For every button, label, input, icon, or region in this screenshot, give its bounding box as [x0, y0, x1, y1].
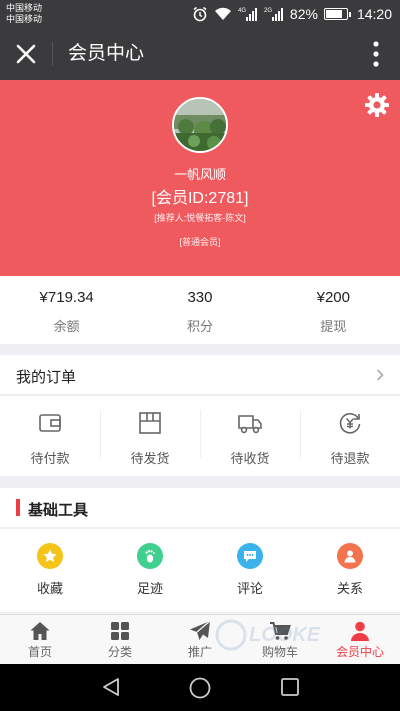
- order-label: 待退款: [330, 451, 370, 466]
- stat-value: ¥719.34: [39, 289, 94, 306]
- stat-value: 330: [187, 289, 213, 306]
- network-2-label: 2G: [264, 8, 272, 14]
- chevron-right-icon: [376, 369, 384, 381]
- grid-icon: [111, 622, 129, 640]
- tab-label: 会员中心: [335, 645, 384, 659]
- tab-cart[interactable]: 购物车: [240, 615, 320, 664]
- nav-divider: [52, 42, 53, 66]
- tool-label: 关系: [336, 581, 363, 596]
- refund-icon: [339, 413, 361, 434]
- tool-relations[interactable]: 关系: [300, 529, 400, 612]
- star-icon: [37, 543, 63, 569]
- referrer: [推荐人:悦餐拓客-陈文]: [154, 213, 246, 223]
- tab-label: 推广: [187, 645, 212, 659]
- carrier-2: 中国移动: [6, 14, 43, 24]
- truck-icon: [238, 415, 262, 434]
- stat-balance[interactable]: ¥719.34 余额: [0, 276, 133, 344]
- order-label: 待收货: [230, 451, 270, 466]
- stats-row: ¥719.34 余额 330 积分 ¥200 提现: [0, 276, 400, 344]
- battery-icon: [323, 8, 351, 20]
- home-circle-icon[interactable]: [188, 676, 212, 700]
- bottom-tab-bar: 首页 分类 推广 购物车 会员中心: [0, 614, 400, 664]
- carrier-1: 中国移动: [6, 3, 43, 13]
- recent-apps-icon[interactable]: [280, 677, 300, 697]
- avatar[interactable]: [172, 97, 228, 153]
- tool-label: 评论: [236, 581, 263, 596]
- tab-label: 购物车: [261, 645, 298, 659]
- tool-label: 收藏: [36, 581, 63, 596]
- member-id: [会员ID:2781]: [151, 190, 249, 207]
- signal-2-icon: 2G: [264, 8, 283, 21]
- tab-home[interactable]: 首页: [0, 615, 80, 664]
- user-icon: [351, 621, 369, 641]
- status-icons: 4G 2G 82% 14:20: [192, 5, 392, 23]
- alarm-icon: [193, 6, 207, 22]
- member-level: [普通会员]: [179, 237, 221, 247]
- order-pending-shipment[interactable]: 待发货: [100, 396, 200, 476]
- my-orders-header[interactable]: 我的订单: [0, 355, 400, 395]
- status-bar: 中国移动 中国移动 4G 2G 82% 14:20: [0, 0, 400, 28]
- network-1-label: 4G: [238, 8, 246, 14]
- clock: 14:20: [356, 6, 392, 22]
- nav-bar: 会员中心: [0, 28, 400, 80]
- comment-icon: [237, 543, 263, 569]
- paper-plane-icon: [190, 620, 211, 640]
- tool-comments[interactable]: 评论: [200, 529, 300, 612]
- stat-label: 提现: [320, 319, 347, 334]
- tab-label: 首页: [27, 645, 52, 659]
- tab-categories[interactable]: 分类: [80, 615, 160, 664]
- avatar-image: [174, 99, 226, 151]
- tab-label: 分类: [107, 645, 132, 659]
- more-vertical-icon[interactable]: [372, 41, 380, 67]
- order-label: 待发货: [130, 451, 170, 466]
- order-pending-refund[interactable]: 待退款: [300, 396, 400, 476]
- section-accent-bar: [16, 499, 20, 516]
- order-status-row: 待付款 待发货 待收货 待退款: [0, 396, 400, 476]
- home-icon: [30, 622, 50, 640]
- stat-label: 余额: [53, 319, 80, 334]
- stat-points[interactable]: 330 积分: [133, 276, 266, 344]
- battery-level: [325, 10, 343, 18]
- stat-withdraw[interactable]: ¥200 提现: [267, 276, 400, 344]
- wifi-icon: [214, 7, 231, 21]
- system-nav-bar: [0, 664, 400, 711]
- tools-row: 收藏 足迹 评论 关系: [0, 529, 400, 612]
- footprint-icon: [137, 543, 163, 569]
- tab-promote[interactable]: 推广: [160, 615, 240, 664]
- signal-1-icon: 4G: [238, 8, 257, 21]
- gear-icon[interactable]: [364, 92, 390, 118]
- wallet-icon: [39, 414, 61, 432]
- tab-member-center[interactable]: 会员中心: [320, 615, 400, 664]
- section-title: 我的订单: [16, 369, 77, 386]
- section-title: 基础工具: [28, 502, 89, 519]
- username: 一帆风顺: [173, 167, 226, 182]
- order-pending-receipt[interactable]: 待收货: [200, 396, 300, 476]
- page-title: 会员中心: [68, 43, 145, 64]
- cart-icon: [270, 622, 291, 640]
- basic-tools-header: 基础工具: [0, 488, 400, 528]
- stat-label: 积分: [186, 319, 213, 334]
- battery-percent: 82%: [289, 6, 318, 22]
- back-triangle-icon[interactable]: [100, 676, 122, 698]
- tool-favorites[interactable]: 收藏: [0, 529, 100, 612]
- close-icon[interactable]: [12, 40, 40, 68]
- stat-value: ¥200: [316, 289, 350, 306]
- order-label: 待付款: [30, 451, 70, 466]
- profile-header: 一帆风顺 [会员ID:2781] [推荐人:悦餐拓客-陈文] [普通会员]: [0, 80, 400, 276]
- tool-footprints[interactable]: 足迹: [100, 529, 200, 612]
- package-icon: [139, 412, 161, 434]
- tool-label: 足迹: [136, 581, 163, 596]
- order-pending-payment[interactable]: 待付款: [0, 396, 100, 476]
- relation-icon: [337, 543, 363, 569]
- carrier-names: 中国移动 中国移动: [6, 3, 42, 25]
